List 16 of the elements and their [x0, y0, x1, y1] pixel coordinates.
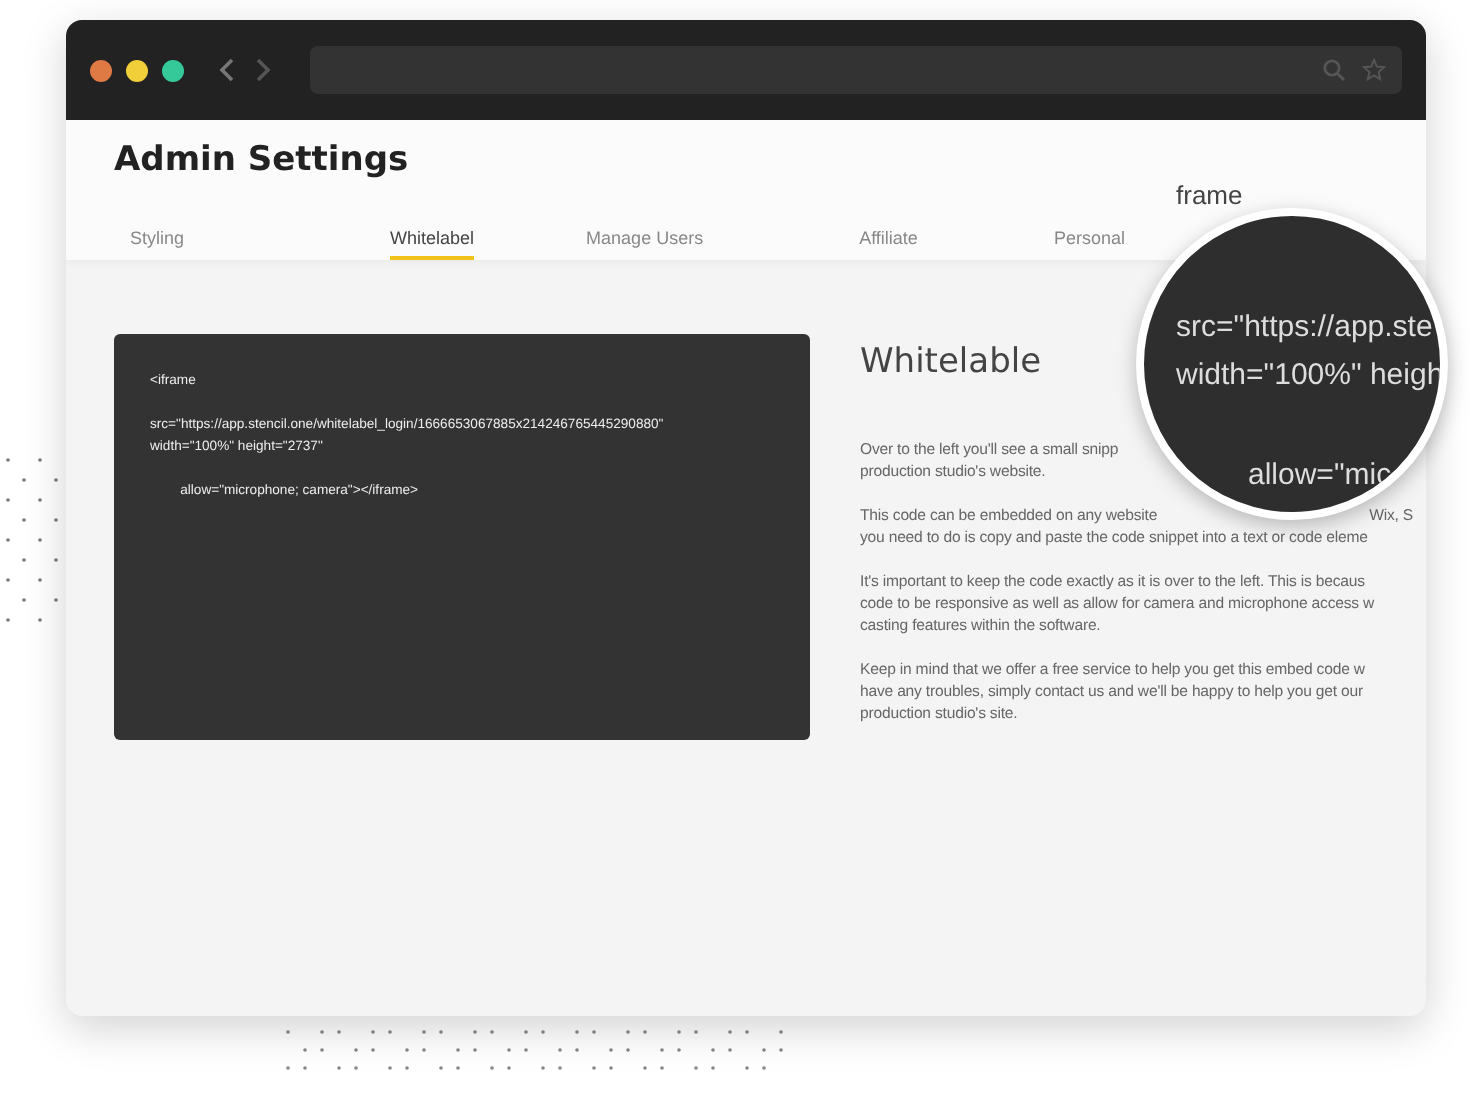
- forward-icon[interactable]: [252, 56, 272, 84]
- star-icon[interactable]: [1362, 58, 1386, 82]
- tab[interactable]: Affiliate: [859, 228, 918, 260]
- window-control-icon[interactable]: [162, 59, 184, 81]
- tab[interactable]: Styling: [130, 228, 185, 260]
- window-control-icon[interactable]: [126, 59, 148, 81]
- magnified-code-line: src="https://app.ste: [1176, 308, 1435, 348]
- tab[interactable]: Personal: [1053, 228, 1125, 260]
- tab[interactable]: Whitelabel: [390, 228, 475, 260]
- tab[interactable]: Manage Users: [586, 228, 704, 260]
- back-icon[interactable]: [218, 56, 238, 84]
- window-control-icon[interactable]: [90, 59, 112, 81]
- magnified-code-line: allow="mic: [1246, 456, 1394, 496]
- section-heading: Whitelable: [860, 342, 1042, 382]
- page-title: Admin Settings: [114, 140, 411, 180]
- magnified-text: frame: [1176, 180, 1243, 210]
